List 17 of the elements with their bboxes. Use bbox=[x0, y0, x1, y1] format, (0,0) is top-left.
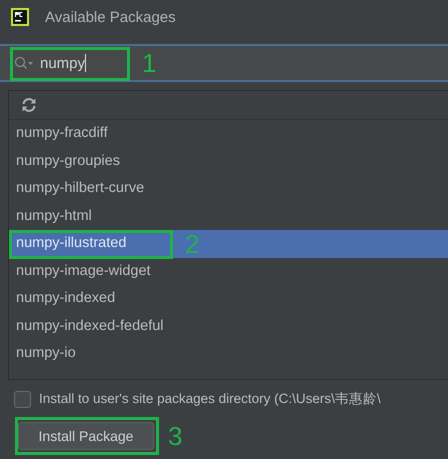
package-item[interactable]: numpy-image-widget bbox=[9, 258, 448, 285]
package-item[interactable]: numpy-hilbert-curve bbox=[9, 175, 448, 202]
window-title: Available Packages bbox=[45, 8, 176, 26]
package-item[interactable]: numpy-illustrated 2 bbox=[9, 230, 448, 258]
install-package-button[interactable]: Install Package bbox=[18, 422, 154, 450]
annotation-number: 1 bbox=[142, 50, 156, 76]
annotation-number: 2 bbox=[185, 231, 200, 257]
package-item[interactable]: numpy-indexed bbox=[9, 285, 448, 312]
search-value: numpy bbox=[40, 54, 86, 72]
package-item[interactable]: numpy-io bbox=[9, 340, 448, 368]
search-field[interactable]: numpy bbox=[14, 49, 96, 77]
annotation-number: 3 bbox=[168, 423, 182, 449]
package-item[interactable]: numpy-fracdiff bbox=[9, 120, 448, 148]
checkbox-label: Install to user's site packages directory (C:\Users\韦惠龄\ bbox=[39, 390, 381, 408]
package-item[interactable]: numpy-html bbox=[9, 202, 448, 230]
package-item[interactable]: numpy-indexed-fedeful bbox=[9, 312, 448, 340]
package-item[interactable]: numpy-groupies bbox=[9, 148, 448, 175]
